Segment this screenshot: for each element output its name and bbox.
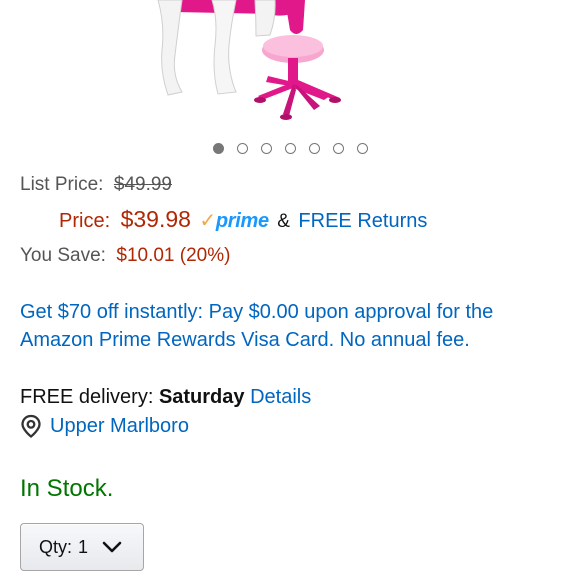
vanity-stool-illustration	[157, 0, 341, 120]
carousel-dot-6[interactable]	[332, 143, 344, 154]
price-label: Price:	[59, 210, 111, 232]
prime-check-icon: ✓	[199, 210, 216, 232]
prime-card-promo-link[interactable]: Get $70 off instantly: Pay $0.00 upon ap…	[20, 298, 560, 354]
you-save-label: You Save:	[20, 245, 106, 266]
delivery-row: FREE delivery: Saturday Details	[20, 386, 311, 409]
delivery-location[interactable]: Upper Marlboro	[20, 414, 189, 438]
price-row: Price: $39.98 ✓prime & FREE Returns	[59, 206, 427, 233]
location-pin-icon	[21, 414, 41, 438]
delivery-prefix: FREE delivery:	[20, 386, 154, 408]
you-save-value: $10.01 (20%)	[116, 245, 231, 266]
carousel-dot-3[interactable]	[260, 143, 272, 154]
carousel-dot-1[interactable]	[212, 143, 224, 154]
you-save-row: You Save: $10.01 (20%)	[20, 245, 230, 267]
carousel-dot-2[interactable]	[236, 143, 248, 154]
delivery-details-link[interactable]: Details	[250, 386, 311, 408]
quantity-label: Qty:	[39, 536, 73, 557]
carousel-dot-4[interactable]	[284, 143, 296, 154]
chevron-down-icon	[102, 541, 122, 553]
delivery-day: Saturday	[158, 386, 245, 408]
delivery-location-link[interactable]: Upper Marlboro	[50, 415, 189, 438]
stock-status: In Stock.	[20, 475, 114, 502]
product-detail-page: List Price: $49.99 Price: $39.98 ✓prime …	[0, 0, 580, 580]
carousel-dot-5[interactable]	[308, 143, 320, 154]
image-carousel-dots	[0, 143, 580, 154]
quantity-value: 1	[78, 536, 89, 557]
list-price-value: $49.99	[113, 174, 172, 195]
carousel-dot-7[interactable]	[356, 143, 368, 154]
prime-text: prime	[215, 210, 269, 232]
price-value: $39.98	[120, 206, 191, 232]
product-image[interactable]	[0, 0, 580, 135]
free-returns-link[interactable]: FREE Returns	[298, 210, 427, 232]
ampersand: &	[277, 211, 290, 232]
list-price-row: List Price: $49.99	[20, 174, 172, 196]
prime-badge[interactable]: ✓prime	[199, 208, 269, 233]
list-price-label: List Price:	[20, 174, 104, 195]
quantity-dropdown[interactable]: Qty: 1	[20, 523, 144, 571]
